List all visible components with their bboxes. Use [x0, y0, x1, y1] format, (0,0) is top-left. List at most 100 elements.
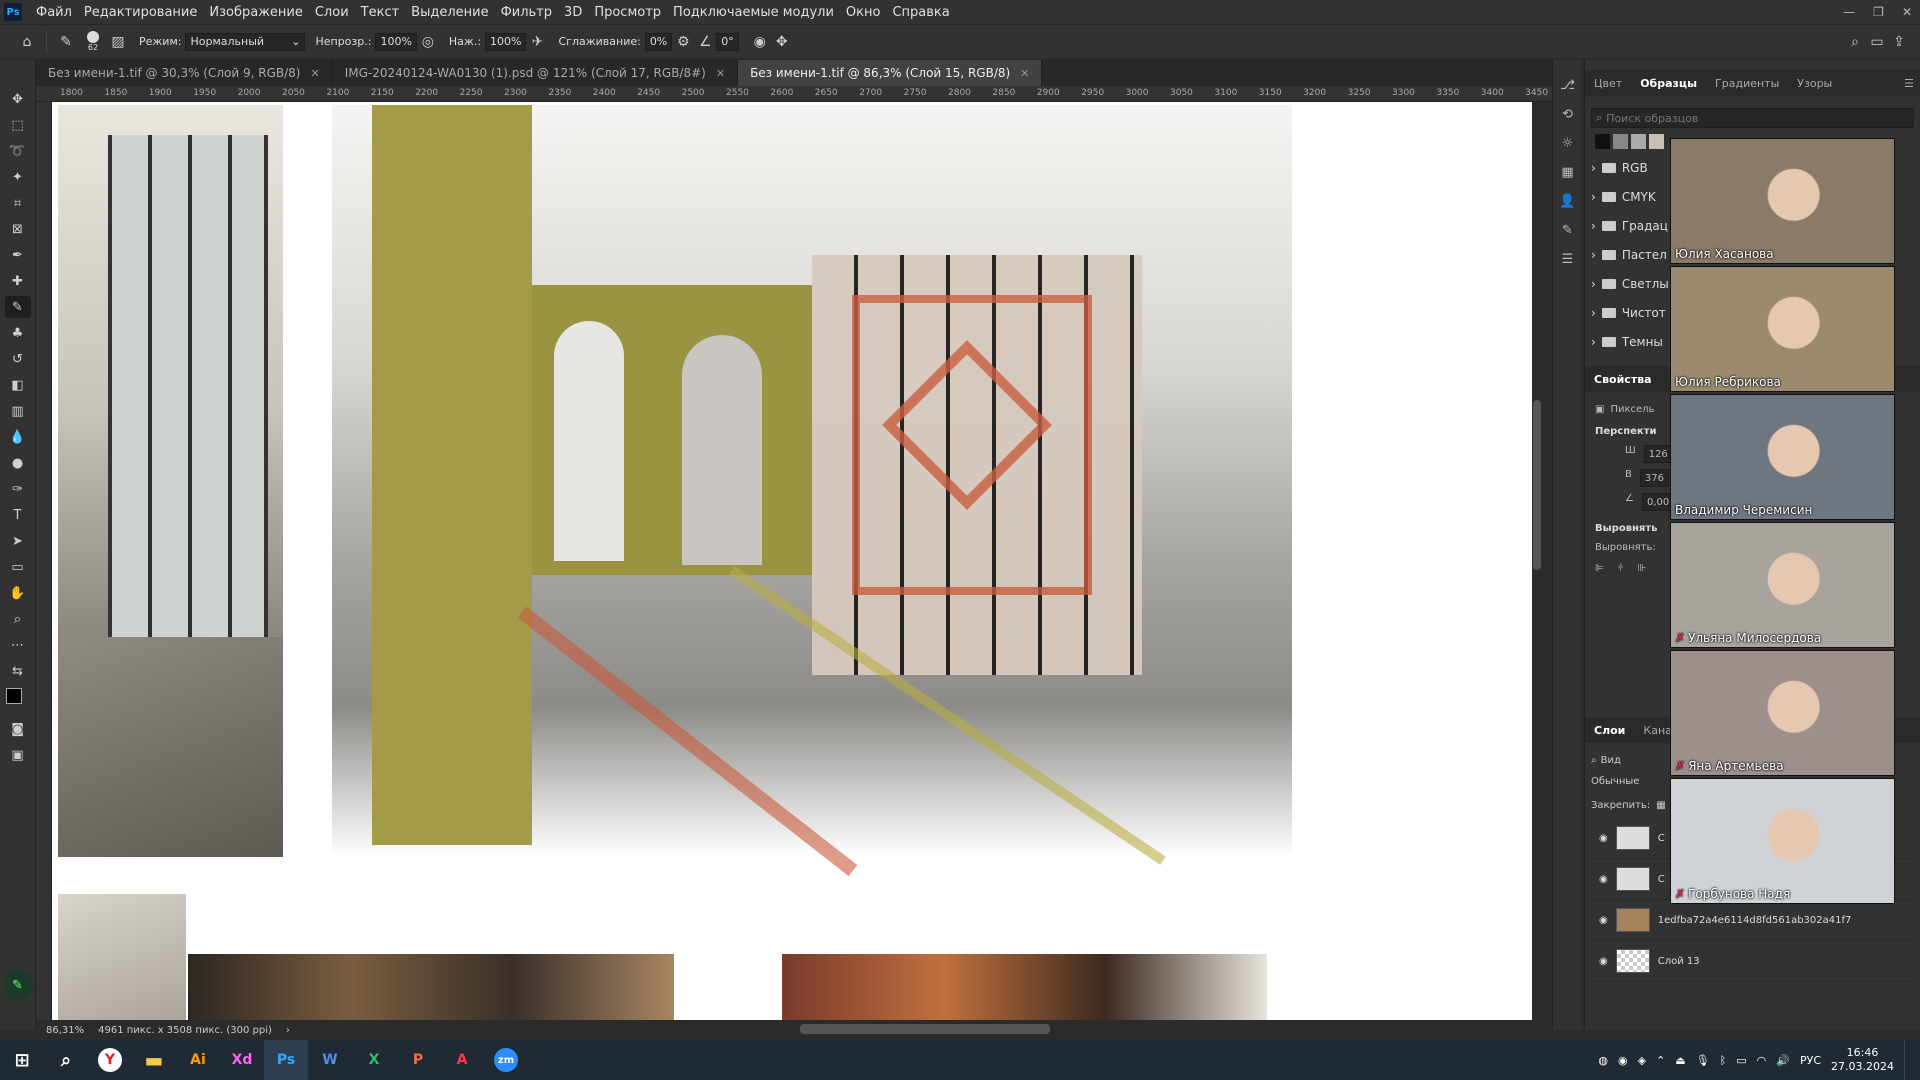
align-center-icon[interactable]: ⫩ — [1618, 563, 1624, 574]
align-left-icon[interactable]: ⊫ — [1595, 563, 1604, 574]
width-field[interactable]: 126 — [1643, 445, 1673, 463]
bluetooth-icon[interactable]: ᛒ — [1720, 1054, 1727, 1067]
participant-tile[interactable]: Владимир Черемисин — [1670, 394, 1895, 520]
tab-layers[interactable]: Слои — [1585, 724, 1634, 737]
photoshop-icon[interactable]: Ps — [264, 1040, 308, 1080]
swatch[interactable] — [1613, 134, 1628, 149]
pen-tool-icon[interactable]: ✑ — [5, 478, 31, 500]
participant-tile[interactable]: Юлия Ребрикова — [1670, 266, 1895, 392]
canvas[interactable] — [52, 102, 1532, 1020]
tab-properties[interactable]: Свойства — [1585, 373, 1661, 386]
menu-layers[interactable]: Слои — [309, 5, 355, 20]
participant-tile[interactable]: Юлия Хасанова — [1670, 138, 1895, 264]
participant-tile[interactable]: ✗ Ульяна Милосердова — [1670, 522, 1895, 648]
history-icon[interactable]: ⟲ — [1562, 107, 1573, 122]
brush-preset-picker[interactable]: 62 — [87, 31, 99, 52]
symmetry-icon[interactable]: ✥ — [771, 31, 793, 53]
menu-view[interactable]: Просмотр — [588, 5, 667, 20]
person-icon[interactable]: 👤 — [1559, 194, 1575, 209]
wifi-icon[interactable]: ◠ — [1757, 1054, 1767, 1067]
healing-brush-icon[interactable]: ✚ — [5, 270, 31, 292]
brush-tool-icon[interactable]: ✎ — [55, 31, 77, 53]
type-tool-icon[interactable]: T — [5, 504, 31, 526]
tab-swatches[interactable]: Образцы — [1631, 77, 1706, 90]
quick-mask-icon[interactable]: ◙ — [5, 718, 31, 740]
acrobat-icon[interactable]: A — [440, 1040, 484, 1080]
tab-doc-1[interactable]: Без имени-1.tif @ 30,3% (Слой 9, RGB/8) ✕ — [36, 60, 333, 86]
swatch[interactable] — [1649, 134, 1664, 149]
lasso-tool-icon[interactable]: ➰ — [5, 140, 31, 162]
frame-tool-icon[interactable]: ⊠ — [5, 218, 31, 240]
menu-3d[interactable]: 3D — [558, 5, 588, 20]
move-tool-icon[interactable]: ✥ — [5, 88, 31, 110]
tab-doc-2[interactable]: IMG-20240124-WA0130 (1).psd @ 121% (Слой… — [333, 60, 739, 86]
hand-tool-icon[interactable]: ✋ — [5, 582, 31, 604]
pressure-field[interactable]: 100% — [485, 32, 527, 51]
foreground-color[interactable] — [5, 688, 22, 704]
color-swatches[interactable] — [4, 686, 32, 714]
vertical-scrollbar[interactable] — [1533, 400, 1541, 570]
stamp-tool-icon[interactable]: ♣ — [5, 322, 31, 344]
horizontal-scrollbar[interactable] — [800, 1024, 1050, 1034]
restore-icon[interactable]: ❐ — [1873, 5, 1884, 19]
gradient-tool-icon[interactable]: ▥ — [5, 400, 31, 422]
volume-icon[interactable]: 🔊 — [1776, 1054, 1790, 1067]
tab-doc-3[interactable]: Без имени-1.tif @ 86,3% (Слой 15, RGB/8)… — [738, 60, 1043, 86]
workspace-icon[interactable]: ▭ — [1866, 31, 1888, 53]
eye-icon[interactable]: ◉ — [1599, 833, 1608, 844]
layer-row[interactable]: ◉ Слой 13 — [1591, 941, 1911, 982]
edit-badge-icon[interactable]: ✎ — [2, 970, 33, 1000]
eyedropper-icon[interactable]: ✒ — [5, 244, 31, 266]
file-explorer-icon[interactable]: ▬ — [132, 1040, 176, 1080]
blur-tool-icon[interactable]: 💧 — [5, 426, 31, 448]
illustrator-icon[interactable]: Ai — [176, 1040, 220, 1080]
smoothing-field[interactable]: 0% — [644, 32, 673, 51]
adjustments-icon[interactable]: ☰ — [1562, 252, 1574, 267]
home-icon[interactable]: ⌂ — [16, 31, 38, 53]
tab-color[interactable]: Цвет — [1585, 77, 1631, 90]
language-indicator[interactable]: РУС — [1800, 1054, 1821, 1067]
levels-icon[interactable]: ▦ — [1561, 165, 1573, 180]
panel-menu-icon[interactable]: ☰ — [1904, 77, 1914, 90]
more-tools-icon[interactable]: ⋯ — [5, 634, 31, 656]
airbrush-icon[interactable]: ✈ — [526, 31, 548, 53]
magic-wand-icon[interactable]: ✦ — [5, 166, 31, 188]
minimize-icon[interactable]: — — [1843, 5, 1855, 19]
search-icon[interactable]: ⌕ — [44, 1040, 88, 1080]
sun-icon[interactable]: ☼ — [1562, 136, 1574, 151]
chevron-right-icon[interactable]: › — [286, 1025, 290, 1036]
show-desktop-button[interactable] — [1904, 1040, 1910, 1080]
angle-field[interactable]: 0° — [716, 32, 739, 51]
eye-icon[interactable]: ◉ — [1599, 874, 1608, 885]
tab-gradients[interactable]: Градиенты — [1706, 77, 1788, 90]
microphone-icon[interactable]: 🎙 — [1696, 1054, 1710, 1067]
menu-text[interactable]: Текст — [355, 5, 406, 20]
close-icon[interactable]: ✕ — [1020, 67, 1029, 80]
lock-transparency-icon[interactable]: ▦ — [1656, 800, 1665, 811]
menu-select[interactable]: Выделение — [405, 5, 494, 20]
zoom-icon[interactable]: zm — [484, 1040, 528, 1080]
path-selection-icon[interactable]: ➤ — [5, 530, 31, 552]
zoom-level[interactable]: 86,31% — [46, 1025, 84, 1036]
brush-tool-icon[interactable]: ✎ — [4, 296, 31, 318]
menu-window[interactable]: Окно — [840, 5, 887, 20]
eraser-icon[interactable]: ◧ — [5, 374, 31, 396]
zoom-tool-icon[interactable]: ⌕ — [5, 608, 31, 630]
eye-icon[interactable]: ◉ — [1599, 956, 1608, 967]
pressure-opacity-icon[interactable]: ◎ — [417, 31, 439, 53]
marquee-tool-icon[interactable]: ⬚ — [5, 114, 31, 136]
excel-icon[interactable]: X — [352, 1040, 396, 1080]
brush-panel-icon[interactable]: ▨ — [107, 31, 129, 53]
tab-patterns[interactable]: Узоры — [1788, 77, 1841, 90]
powerpoint-icon[interactable]: P — [396, 1040, 440, 1080]
windows-start-icon[interactable]: ⊞ — [0, 1040, 44, 1080]
yandex-browser-icon[interactable]: Y — [88, 1040, 132, 1080]
align-right-icon[interactable]: ⊪ — [1637, 563, 1646, 574]
swap-colors-icon[interactable]: ⇆ — [5, 660, 31, 682]
swatch-search-input[interactable] — [1606, 111, 1827, 125]
participant-tile[interactable]: ✗ Яна Артемьева — [1670, 650, 1895, 776]
usb-icon[interactable]: ⏏ — [1675, 1054, 1685, 1067]
history-brush-icon[interactable]: ↺ — [5, 348, 31, 370]
menu-image[interactable]: Изображение — [203, 5, 308, 20]
xd-icon[interactable]: Xd — [220, 1040, 264, 1080]
